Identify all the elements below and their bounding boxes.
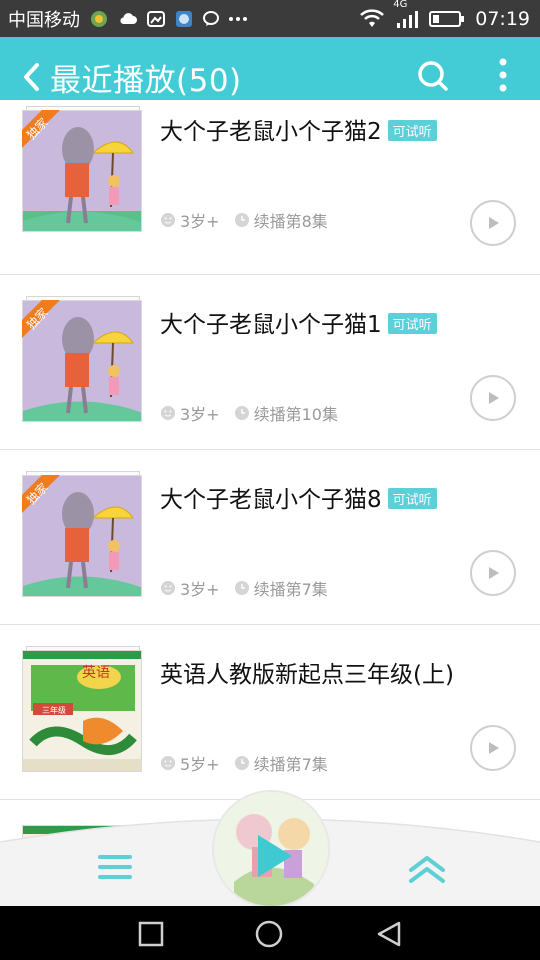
carrier-label: 中国移动 bbox=[8, 9, 80, 31]
more-dots-icon bbox=[228, 16, 248, 22]
back-icon bbox=[377, 921, 401, 947]
app-icon bbox=[88, 9, 110, 29]
signal-icon: 4G bbox=[393, 0, 419, 29]
recent-apps-icon bbox=[138, 921, 164, 947]
status-bar: 中国移动 4G 07:19 bbox=[0, 0, 540, 37]
trial-badge: 可试听 bbox=[387, 120, 437, 141]
trial-badge: 可试听 bbox=[387, 313, 437, 334]
search-icon bbox=[418, 61, 448, 91]
cover-grade-label: 三年级 bbox=[42, 706, 66, 715]
system-navigation-bar bbox=[0, 906, 540, 960]
list-item[interactable]: 独家 大个子老鼠小个子猫2 可试听 3岁+ 续播第8集 bbox=[0, 100, 540, 275]
play-button[interactable] bbox=[470, 550, 516, 596]
play-button[interactable] bbox=[470, 725, 516, 771]
clock: 07:19 bbox=[475, 7, 530, 30]
clock-icon bbox=[234, 756, 249, 770]
play-icon bbox=[489, 392, 499, 404]
item-title-text: 大个子老鼠小个子猫8 bbox=[160, 487, 382, 513]
progress-label: 续播第7集 bbox=[253, 755, 328, 774]
cover-image[interactable]: 英语 三年级 bbox=[22, 646, 142, 772]
smile-icon bbox=[161, 406, 175, 420]
chat-icon bbox=[202, 10, 220, 28]
smile-icon bbox=[161, 756, 175, 770]
trial-badge: 可试听 bbox=[387, 488, 437, 509]
play-icon bbox=[489, 217, 499, 229]
menu-icon bbox=[98, 855, 132, 879]
home-button[interactable] bbox=[254, 919, 284, 949]
progress-label: 续播第10集 bbox=[253, 405, 338, 424]
cover-image[interactable]: 独家 bbox=[22, 106, 142, 232]
progress-label: 续播第8集 bbox=[253, 212, 328, 231]
list-item[interactable]: 英语 三年级 英语人教版新起点三年级(上) 5岁+ 续播第7集 bbox=[0, 625, 540, 800]
more-vertical-icon bbox=[499, 58, 507, 92]
smile-icon bbox=[161, 213, 175, 227]
cover-image[interactable]: 独家 bbox=[22, 296, 142, 422]
more-options-button[interactable] bbox=[488, 55, 518, 95]
back-button[interactable] bbox=[16, 59, 46, 95]
home-icon bbox=[255, 920, 283, 948]
play-button[interactable] bbox=[470, 200, 516, 246]
list-item[interactable]: 独家 大个子老鼠小个子猫1 可试听 3岁+ 续播第10集 bbox=[0, 275, 540, 450]
item-title[interactable]: 大个子老鼠小个子猫2 可试听 bbox=[160, 112, 437, 146]
smile-icon bbox=[161, 581, 175, 595]
item-meta: 3岁+ 续播第7集 bbox=[160, 576, 328, 600]
chevron-left-icon bbox=[24, 63, 39, 91]
battery-icon bbox=[429, 10, 465, 28]
play-icon bbox=[489, 742, 499, 754]
item-title-text: 大个子老鼠小个子猫2 bbox=[160, 119, 382, 145]
play-icon bbox=[258, 835, 292, 877]
cover-image[interactable]: 独家 bbox=[22, 471, 142, 597]
age-label: 3岁+ bbox=[180, 580, 220, 599]
list-item[interactable]: 独家 大个子老鼠小个子猫8 可试听 3岁+ 续播第7集 bbox=[0, 450, 540, 625]
item-title-text: 英语人教版新起点三年级(上) bbox=[160, 662, 454, 688]
app-icon-2 bbox=[174, 9, 194, 29]
play-button[interactable] bbox=[470, 375, 516, 421]
cover-title-label: 英语 bbox=[82, 665, 110, 681]
system-back-button[interactable] bbox=[374, 919, 404, 949]
item-meta: 3岁+ 续播第8集 bbox=[160, 208, 328, 232]
item-title[interactable]: 大个子老鼠小个子猫1 可试听 bbox=[160, 305, 437, 339]
item-title[interactable]: 大个子老鼠小个子猫8 可试听 bbox=[160, 480, 437, 514]
clock-icon bbox=[234, 581, 249, 595]
playlist-menu-button[interactable] bbox=[92, 848, 138, 886]
search-button[interactable] bbox=[414, 57, 452, 95]
expand-player-button[interactable] bbox=[404, 850, 450, 888]
recent-apps-button[interactable] bbox=[136, 919, 166, 949]
clock-icon bbox=[234, 406, 249, 420]
photo-icon bbox=[146, 10, 166, 28]
progress-label: 续播第7集 bbox=[253, 580, 328, 599]
age-label: 5岁+ bbox=[180, 755, 220, 774]
item-title[interactable]: 英语人教版新起点三年级(上) bbox=[160, 655, 454, 689]
page-title: 最近播放(50) bbox=[50, 63, 242, 99]
play-icon bbox=[489, 567, 499, 579]
item-meta: 5岁+ 续播第7集 bbox=[160, 751, 328, 775]
center-play-button[interactable] bbox=[255, 832, 295, 880]
age-label: 3岁+ bbox=[180, 405, 220, 424]
item-title-text: 大个子老鼠小个子猫1 bbox=[160, 312, 382, 338]
clock-icon bbox=[234, 213, 249, 227]
network-label: 4G bbox=[393, 0, 408, 10]
cloud-icon bbox=[118, 11, 138, 27]
wifi-icon bbox=[359, 8, 385, 29]
double-chevron-up-icon bbox=[409, 856, 445, 883]
age-label: 3岁+ bbox=[180, 212, 220, 231]
item-meta: 3岁+ 续播第10集 bbox=[160, 401, 338, 425]
